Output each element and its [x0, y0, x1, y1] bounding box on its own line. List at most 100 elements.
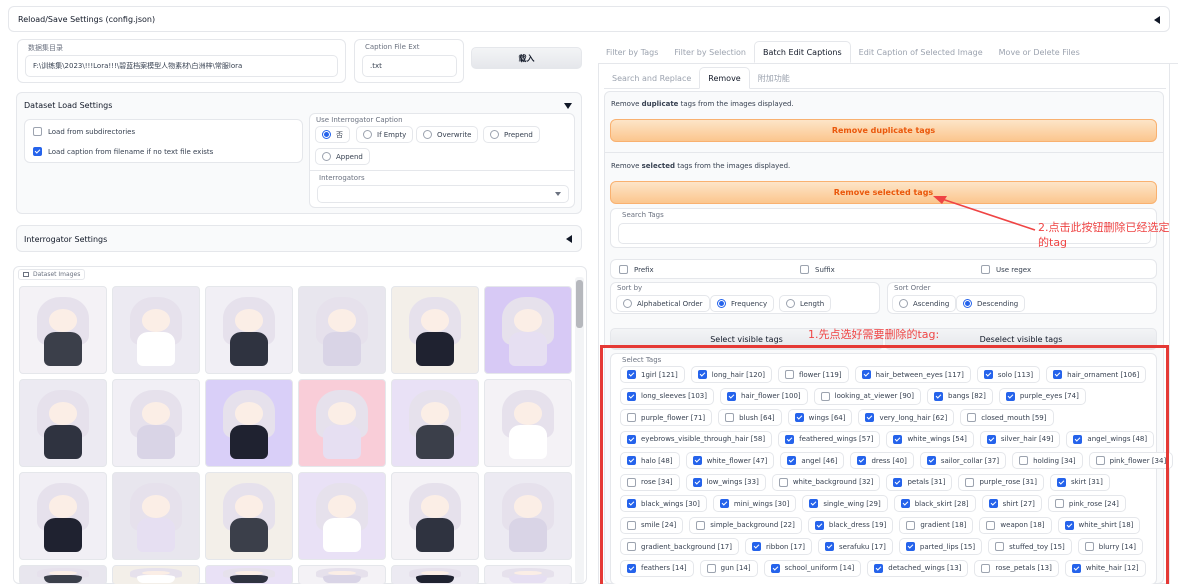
- sort-length-dot[interactable]: [786, 299, 795, 308]
- dataset-image-thumbnail[interactable]: [112, 565, 200, 584]
- gallery-scrollbar[interactable]: [575, 277, 584, 583]
- dataset-image-thumbnail[interactable]: [484, 565, 572, 584]
- dataset-image-thumbnail[interactable]: [484, 379, 572, 467]
- sort-frequency-dot[interactable]: [717, 299, 726, 308]
- dataset-image-thumbnail[interactable]: [205, 379, 293, 467]
- radio-overwrite-dot[interactable]: [423, 130, 432, 139]
- thumbnail-body: [416, 424, 454, 460]
- dataset-image-thumbnail[interactable]: [19, 286, 107, 374]
- radio-append-dot[interactable]: [322, 152, 331, 161]
- order-ascending[interactable]: Ascending: [892, 295, 957, 312]
- dataset-image-thumbnail[interactable]: [391, 379, 479, 467]
- reload-save-settings-bar[interactable]: Reload/Save Settings (config.json): [8, 6, 1170, 32]
- load-button-label: 载入: [518, 53, 535, 63]
- tab-batch-edit-captions[interactable]: Batch Edit Captions: [754, 41, 851, 63]
- dataset-image-thumbnail[interactable]: [484, 472, 572, 560]
- thumbnail-face: [142, 309, 170, 332]
- interrogators-dropdown[interactable]: [317, 185, 569, 203]
- dataset-image-thumbnail[interactable]: [205, 565, 293, 584]
- interrogator-caption-label: Use Interrogator Caption: [316, 116, 403, 124]
- subtab-extra[interactable]: 附加功能: [750, 67, 798, 89]
- radio-if-empty[interactable]: If Empty: [356, 126, 414, 143]
- radio-if-empty-dot[interactable]: [363, 130, 372, 139]
- load-subdirs-option[interactable]: Load from subdirectories: [33, 127, 135, 136]
- radio-overwrite-label: Overwrite: [437, 130, 472, 139]
- remove-duplicate-tags-button[interactable]: Remove duplicate tags: [610, 119, 1157, 142]
- thumbnail-body: [509, 517, 547, 553]
- tab-filter-by-selection[interactable]: Filter by Selection: [666, 41, 754, 63]
- dataset-images-label: Dataset Images: [33, 271, 81, 278]
- thumbnail-face: [328, 402, 356, 425]
- dataset-image-thumbnail[interactable]: [112, 472, 200, 560]
- dup-pre: Remove: [611, 100, 642, 108]
- remove-duplicate-tags-label: Remove duplicate tags: [831, 126, 936, 135]
- dataset-image-thumbnail[interactable]: [19, 379, 107, 467]
- tab-move-or-delete[interactable]: Move or Delete Files: [991, 41, 1088, 63]
- order-descending[interactable]: Descending: [956, 295, 1026, 312]
- radio-prepend[interactable]: Prepend: [483, 126, 540, 143]
- order-descending-dot[interactable]: [963, 299, 972, 308]
- collapse-down-icon[interactable]: [564, 103, 572, 109]
- dataset-image-thumbnail[interactable]: [112, 286, 200, 374]
- suffix-option[interactable]: Suffix: [800, 265, 835, 274]
- dataset-image-thumbnail[interactable]: [298, 379, 386, 467]
- thumbnail-body: [416, 517, 454, 553]
- dropdown-chevron-icon: [555, 192, 561, 196]
- radio-no[interactable]: 否: [315, 126, 350, 143]
- load-caption-checkbox[interactable]: [33, 147, 42, 156]
- dataset-dir-input[interactable]: F:\训练集\2023\!!!Lora!!!\碧蓝档案模型人物素材\白洲梓\常服…: [25, 55, 338, 77]
- sort-length[interactable]: Length: [779, 295, 832, 312]
- load-subdirs-checkbox[interactable]: [33, 127, 42, 136]
- thumbnail-body: [137, 575, 175, 583]
- thumbnail-body: [509, 575, 547, 583]
- subtab-search-replace[interactable]: Search and Replace: [604, 67, 699, 89]
- tab-edit-caption-selected[interactable]: Edit Caption of Selected Image: [851, 41, 991, 63]
- thumbnail-body: [44, 424, 82, 460]
- dataset-image-thumbnail[interactable]: [205, 286, 293, 374]
- image-icon: [23, 272, 29, 277]
- dataset-image-thumbnail[interactable]: [298, 565, 386, 584]
- radio-prepend-dot[interactable]: [490, 130, 499, 139]
- thumbnail-body: [323, 331, 361, 367]
- subtab-remove[interactable]: Remove: [699, 67, 750, 89]
- order-ascending-dot[interactable]: [899, 299, 908, 308]
- dataset-image-thumbnail[interactable]: [391, 472, 479, 560]
- dataset-image-thumbnail[interactable]: [205, 472, 293, 560]
- radio-overwrite[interactable]: Overwrite: [416, 126, 479, 143]
- prefix-checkbox[interactable]: [619, 265, 628, 274]
- dataset-image-thumbnail[interactable]: [298, 286, 386, 374]
- remove-selected-tags-button[interactable]: Remove selected tags: [610, 181, 1157, 204]
- dataset-image-thumbnail[interactable]: [298, 472, 386, 560]
- dataset-image-thumbnail[interactable]: [484, 286, 572, 374]
- interrogator-settings[interactable]: Interrogator Settings: [16, 225, 582, 252]
- thumbnail-body: [137, 331, 175, 367]
- collapse-left-icon[interactable]: [566, 235, 572, 243]
- select-visible-label: Select visible tags: [710, 334, 783, 344]
- suffix-checkbox[interactable]: [800, 265, 809, 274]
- caption-ext-input[interactable]: .txt: [362, 55, 457, 77]
- thumbnail-face: [49, 309, 77, 332]
- collapse-left-icon[interactable]: [1154, 16, 1160, 24]
- sort-alphabetical[interactable]: Alphabetical Order: [616, 295, 710, 312]
- use-regex-checkbox[interactable]: [981, 265, 990, 274]
- radio-prepend-label: Prepend: [504, 130, 533, 139]
- sort-alphabetical-dot[interactable]: [623, 299, 632, 308]
- dataset-image-thumbnail[interactable]: [112, 379, 200, 467]
- prefix-option[interactable]: Prefix: [619, 265, 654, 274]
- gallery-scroll-thumb[interactable]: [576, 280, 583, 328]
- radio-append[interactable]: Append: [315, 148, 370, 165]
- thumbnail-face: [421, 495, 449, 518]
- load-button[interactable]: 载入: [471, 47, 582, 69]
- radio-no-dot[interactable]: [322, 130, 331, 139]
- dataset-image-thumbnail[interactable]: [391, 565, 479, 584]
- dataset-image-thumbnail[interactable]: [19, 472, 107, 560]
- load-caption-option[interactable]: Load caption from filename if no text fi…: [33, 147, 213, 156]
- thumbnail-body: [509, 424, 547, 460]
- tab-filter-by-tags[interactable]: Filter by Tags: [598, 41, 666, 63]
- use-regex-option[interactable]: Use regex: [981, 265, 1031, 274]
- dataset-image-thumbnail[interactable]: [19, 565, 107, 584]
- thumbnail-body: [230, 424, 268, 460]
- use-regex-label: Use regex: [996, 265, 1032, 274]
- sort-frequency[interactable]: Frequency: [710, 295, 775, 312]
- dataset-image-thumbnail[interactable]: [391, 286, 479, 374]
